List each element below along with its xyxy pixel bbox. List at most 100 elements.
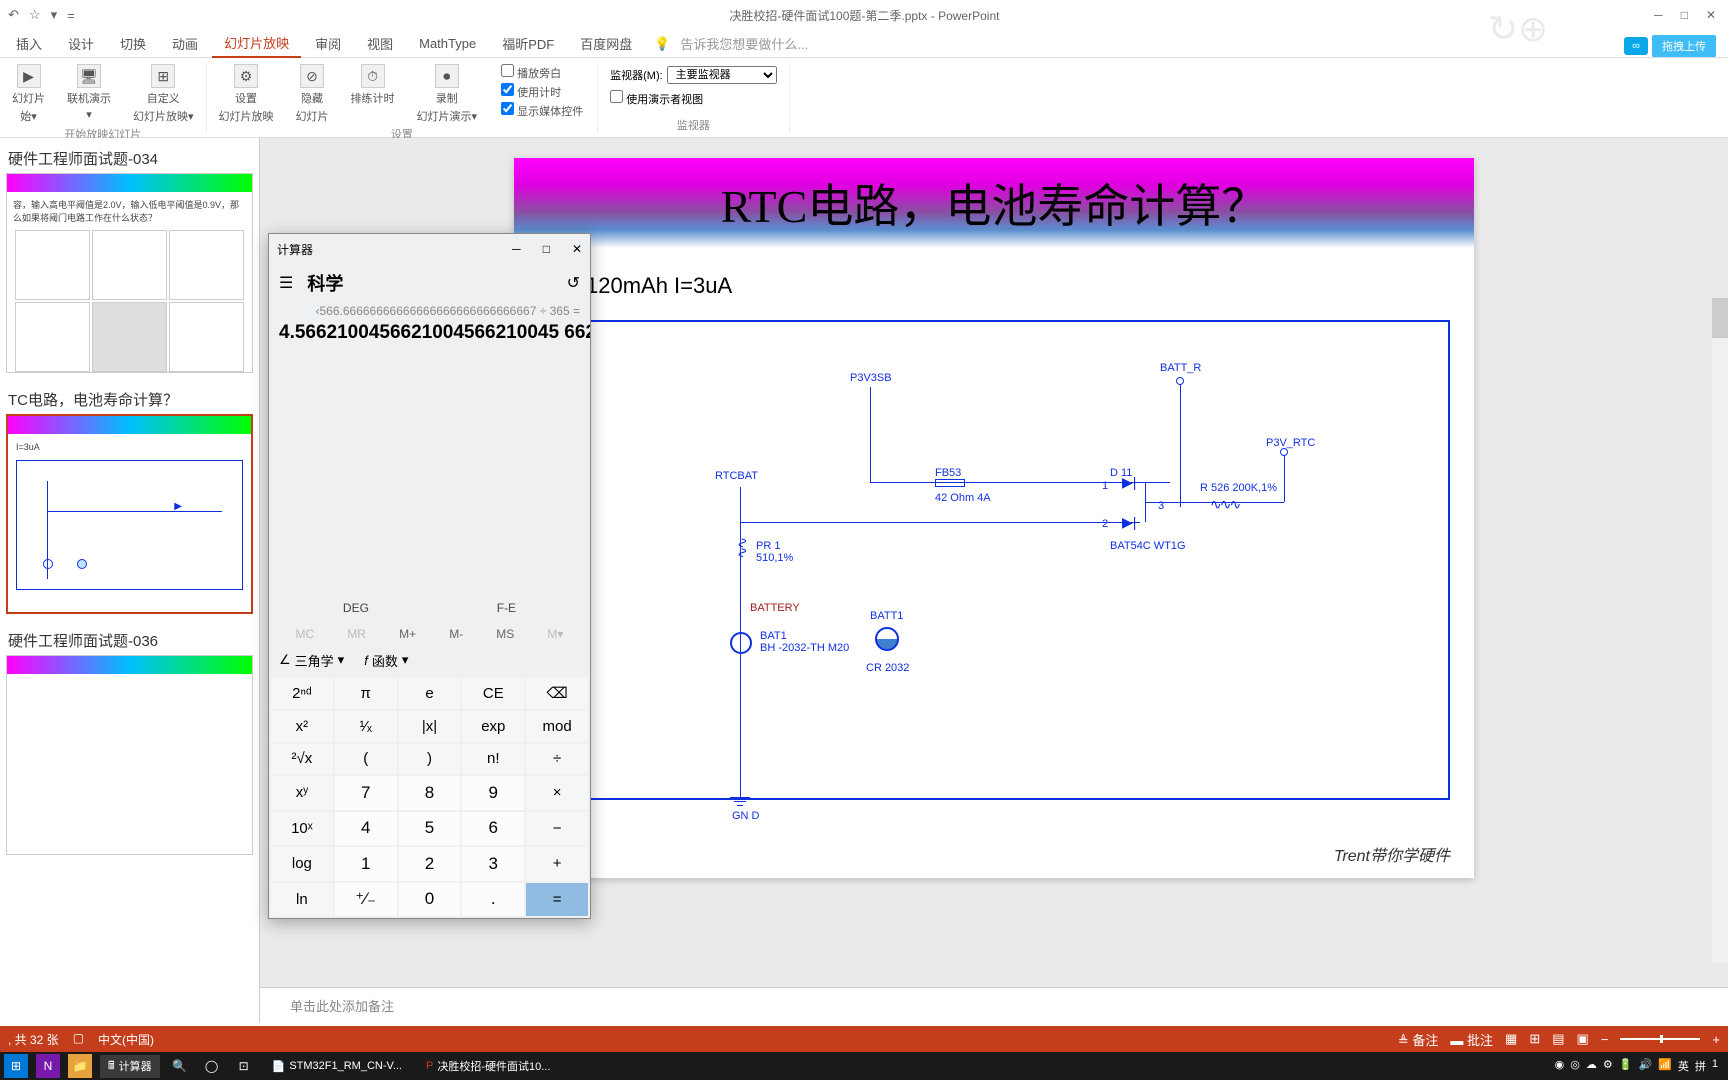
ppt-taskbar-button[interactable]: P决胜校招-硬件面试10... xyxy=(418,1056,558,1076)
notes-button[interactable]: ≜ 备注 xyxy=(1398,1030,1439,1049)
comments-button[interactable]: ▬ 批注 xyxy=(1450,1030,1493,1049)
key-0[interactable]: 0 xyxy=(399,883,461,917)
tab-pdf[interactable]: 福昕PDF xyxy=(490,30,566,57)
reading-view-icon[interactable]: ▤ xyxy=(1552,1031,1564,1047)
close-icon[interactable]: ✕ xyxy=(1706,8,1716,22)
tab-insert[interactable]: 插入 xyxy=(4,30,54,57)
setup-slideshow-button[interactable]: ⚙设置幻灯片放映 xyxy=(215,62,278,126)
record-slideshow-button[interactable]: ⏺录制幻灯片演示▾ xyxy=(413,62,482,126)
cloud-icon[interactable]: ∞ xyxy=(1624,37,1648,55)
ime-button[interactable]: 英 xyxy=(1678,1058,1689,1074)
key-multiply[interactable]: × xyxy=(526,776,588,810)
key-log[interactable]: log xyxy=(271,847,333,881)
key-ln[interactable]: ln xyxy=(271,883,333,917)
search-icon[interactable]: 🔍 xyxy=(168,1054,192,1078)
calc-trig-button[interactable]: ∠ 三角学 ▾ xyxy=(279,651,344,670)
maximize-icon[interactable]: □ xyxy=(1681,8,1688,22)
key-fact[interactable]: n! xyxy=(462,744,524,775)
notes-pane[interactable]: 单击此处添加备注 xyxy=(260,987,1728,1023)
vertical-scrollbar[interactable] xyxy=(1712,298,1728,963)
key-decimal[interactable]: . xyxy=(462,883,524,917)
cortana-icon[interactable]: ◯ xyxy=(200,1054,224,1078)
key-3[interactable]: 3 xyxy=(462,847,524,881)
calc-mc-button[interactable]: MC xyxy=(296,627,315,641)
hide-slide-button[interactable]: ⊘隐藏幻灯片 xyxy=(292,62,333,126)
calc-mplus-button[interactable]: M+ xyxy=(399,627,416,641)
upload-button[interactable]: 拖拽上传 xyxy=(1652,35,1716,57)
zoom-in-icon[interactable]: + xyxy=(1712,1032,1720,1047)
zoom-slider[interactable] xyxy=(1620,1038,1700,1040)
key-exp[interactable]: exp xyxy=(462,711,524,742)
key-pow[interactable]: xʸ xyxy=(271,776,333,810)
normal-view-icon[interactable]: ▦ xyxy=(1505,1031,1517,1047)
key-sqrt[interactable]: ²√x xyxy=(271,744,333,775)
calc-mr-button[interactable]: MR xyxy=(347,627,366,641)
key-2[interactable]: 2 xyxy=(399,847,461,881)
key-sqr[interactable]: x² xyxy=(271,711,333,742)
calc-function-button[interactable]: f 函数 ▾ xyxy=(364,651,408,670)
calc-taskbar-button[interactable]: 🖩计算器 xyxy=(100,1055,160,1078)
undo-icon[interactable]: ↶ xyxy=(8,7,19,23)
onenote-icon[interactable]: N xyxy=(36,1054,60,1078)
show-media-checkbox[interactable]: 显示媒体控件 xyxy=(501,102,583,119)
key-8[interactable]: 8 xyxy=(399,776,461,810)
play-narration-checkbox[interactable]: 播放旁白 xyxy=(501,64,583,81)
custom-slideshow-button[interactable]: ⊞自定义幻灯片放映▾ xyxy=(129,62,198,126)
zoom-out-icon[interactable]: − xyxy=(1601,1032,1609,1047)
lang-icon[interactable]: ▢ xyxy=(73,1031,84,1048)
calc-ms-button[interactable]: MS xyxy=(496,627,514,641)
slide-thumbnail[interactable]: TC电路，电池寿命计算？ I=3uA ▶ xyxy=(0,379,259,620)
key-backspace[interactable]: ⌫ xyxy=(526,678,588,710)
time-display[interactable]: 1 xyxy=(1712,1058,1718,1074)
calc-fe-button[interactable]: F-E xyxy=(497,601,516,615)
star-icon[interactable]: ☆ xyxy=(29,7,41,23)
calc-menu-icon[interactable]: ☰ xyxy=(279,273,293,293)
key-1[interactable]: 1 xyxy=(335,847,397,881)
tab-transition[interactable]: 切换 xyxy=(108,30,158,57)
key-5[interactable]: 5 xyxy=(399,812,461,846)
key-minus[interactable]: − xyxy=(526,812,588,846)
dropdown-icon[interactable]: ▾ xyxy=(51,7,58,23)
calc-history-icon[interactable]: ↺ xyxy=(567,273,580,293)
key-divide[interactable]: ÷ xyxy=(526,744,588,775)
qat-extra[interactable]: = xyxy=(67,8,75,23)
key-abs[interactable]: |x| xyxy=(399,711,461,742)
tab-slideshow[interactable]: 幻灯片放映 xyxy=(212,29,301,58)
tab-view[interactable]: 视图 xyxy=(355,30,405,57)
key-6[interactable]: 6 xyxy=(462,812,524,846)
calc-mv-button[interactable]: M▾ xyxy=(547,627,563,641)
start-icon[interactable]: ⊞ xyxy=(4,1054,28,1078)
tray-icon[interactable]: 🔋 xyxy=(1619,1058,1633,1074)
key-e[interactable]: e xyxy=(399,678,461,710)
key-7[interactable]: 7 xyxy=(335,776,397,810)
language-status[interactable]: 中文(中国) xyxy=(98,1031,154,1048)
slide-thumbnail[interactable]: 硬件工程师面试题-034 容，输入高电平阈值是2.0V，输入低电平阈值是0.9V… xyxy=(0,138,259,379)
pdf-taskbar-button[interactable]: 📄STM32F1_RM_CN-V... xyxy=(264,1058,410,1075)
calc-minimize-icon[interactable]: ─ xyxy=(512,242,521,256)
key-2nd[interactable]: 2ⁿᵈ xyxy=(271,678,333,710)
tab-design[interactable]: 设计 xyxy=(56,30,106,57)
sorter-view-icon[interactable]: ⊞ xyxy=(1529,1031,1540,1047)
present-online-button[interactable]: 🖥联机演示▾ xyxy=(63,62,115,123)
slide-thumbnails[interactable]: 硬件工程师面试题-034 容，输入高电平阈值是2.0V，输入低电平阈值是0.9V… xyxy=(0,138,260,1023)
slideshow-view-icon[interactable]: ▣ xyxy=(1577,1031,1589,1047)
tab-baidu[interactable]: 百度网盘 xyxy=(568,30,644,57)
tray-icon[interactable]: 🔊 xyxy=(1638,1058,1652,1074)
calc-maximize-icon[interactable]: □ xyxy=(543,242,550,256)
key-inv[interactable]: ¹⁄ₓ xyxy=(335,711,397,742)
calc-mminus-button[interactable]: M- xyxy=(449,627,463,641)
key-plus[interactable]: + xyxy=(526,847,588,881)
key-ce[interactable]: CE xyxy=(462,678,524,710)
key-equals[interactable]: = xyxy=(526,883,588,917)
tray-icon[interactable]: 📶 xyxy=(1658,1058,1672,1074)
tray-icon[interactable]: ◎ xyxy=(1570,1058,1580,1074)
tray-icon[interactable]: ⚙ xyxy=(1603,1058,1613,1074)
calc-deg-button[interactable]: DEG xyxy=(343,601,369,615)
tell-me-input[interactable]: 告诉我您想要做什么... xyxy=(680,34,808,53)
tab-animation[interactable]: 动画 xyxy=(160,30,210,57)
explorer-icon[interactable]: 📁 xyxy=(68,1054,92,1078)
calc-close-icon[interactable]: ✕ xyxy=(572,242,582,256)
tray-icon[interactable]: ☁ xyxy=(1586,1058,1597,1074)
tab-review[interactable]: 审阅 xyxy=(303,30,353,57)
key-10x[interactable]: 10ˣ xyxy=(271,812,333,846)
